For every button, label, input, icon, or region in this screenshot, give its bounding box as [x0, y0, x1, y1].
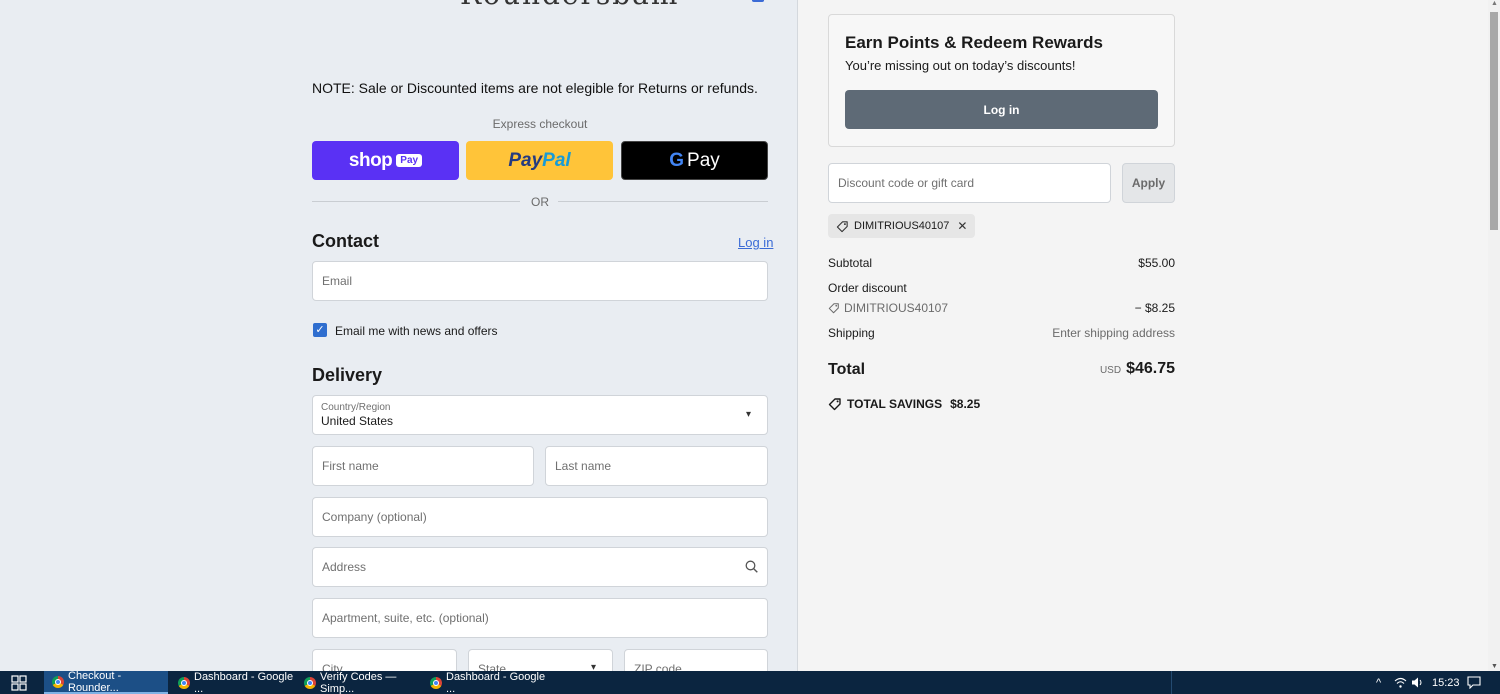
- total-amount: $46.75: [1126, 360, 1175, 377]
- discount-code-input[interactable]: Discount code or gift card: [828, 163, 1111, 203]
- order-discount-value: − $8.25: [1134, 301, 1175, 315]
- address-field[interactable]: Address: [312, 547, 768, 587]
- or-divider-right: [558, 201, 768, 202]
- zip-field[interactable]: ZIP code: [624, 649, 768, 671]
- chevron-down-icon: ▾: [746, 409, 752, 420]
- newsletter-label: Email me with news and offers: [335, 324, 498, 338]
- state-chevron-down-icon: ▾: [591, 662, 597, 671]
- total-savings-label: TOTAL SAVINGS: [847, 397, 943, 411]
- first-name-field[interactable]: First name: [312, 446, 534, 486]
- shop-pay-button[interactable]: shop Pay: [312, 141, 459, 180]
- last-name-field[interactable]: Last name: [545, 446, 768, 486]
- rewards-subtitle: You’re missing out on today’s discounts!: [845, 58, 1076, 73]
- taskbar-item-dashboard-2[interactable]: Dashboard - Google ...: [422, 671, 546, 694]
- order-discount-label: Order discount: [828, 281, 907, 295]
- taskbar-item-dashboard[interactable]: Dashboard - Google ...: [170, 671, 294, 694]
- chrome-icon: [430, 676, 442, 689]
- paypal-pay-part: Pay: [508, 149, 543, 171]
- tag-icon: [828, 398, 841, 411]
- returns-note: NOTE: Sale or Discounted items are not e…: [312, 80, 758, 96]
- express-checkout-label: Express checkout: [492, 117, 588, 131]
- shipping-label: Shipping: [828, 326, 875, 340]
- paypal-wordmark: PayPal: [508, 150, 570, 172]
- scrollbar-thumb[interactable]: [1490, 12, 1498, 230]
- city-field[interactable]: City: [312, 649, 457, 671]
- remove-discount-icon[interactable]: ✕: [957, 219, 967, 233]
- taskbar-clock[interactable]: 15:23: [1432, 671, 1460, 694]
- apartment-field[interactable]: Apartment, suite, etc. (optional): [312, 598, 768, 638]
- or-divider-left: [312, 201, 520, 202]
- rewards-card: Earn Points & Redeem Rewards You’re miss…: [828, 14, 1175, 147]
- windows-taskbar: Checkout - Rounder... Dashboard - Google…: [0, 669, 1500, 694]
- google-pay-button[interactable]: G Pay: [621, 141, 768, 180]
- apply-discount-button[interactable]: Apply: [1122, 163, 1175, 203]
- rewards-login-button[interactable]: Log in: [845, 90, 1158, 129]
- scroll-down-arrow-icon[interactable]: ▼: [1491, 663, 1498, 670]
- taskbar-separator: [1171, 671, 1172, 694]
- shop-pay-badge: Pay: [396, 154, 423, 167]
- subtotal-value: $55.00: [1138, 256, 1175, 270]
- tag-icon: [836, 220, 848, 232]
- tag-icon: [828, 303, 839, 314]
- google-g-icon: G: [669, 149, 685, 171]
- total-label: Total: [828, 361, 866, 378]
- shipping-value: Enter shipping address: [1052, 326, 1175, 340]
- store-logo[interactable]: Roundersbam: [460, 0, 679, 11]
- shop-pay-wordmark: shop: [348, 149, 393, 171]
- company-field[interactable]: Company (optional): [312, 497, 768, 537]
- taskbar-item-verify-codes[interactable]: Verify Codes — Simp...: [296, 671, 420, 694]
- google-pay-label: Pay: [687, 149, 720, 171]
- checkout-main-pane: Roundersbam NOTE: Sale or Discounted ite…: [0, 0, 798, 671]
- rewards-title: Earn Points & Redeem Rewards: [845, 33, 1103, 52]
- page-scrollbar[interactable]: ▲ ▼: [1488, 0, 1500, 671]
- scroll-up-arrow-icon[interactable]: ▲: [1491, 0, 1498, 7]
- notifications-icon[interactable]: [1467, 676, 1481, 689]
- country-value: United States: [321, 414, 394, 428]
- paypal-pal-part: Pal: [542, 149, 571, 171]
- applied-discount-chip: DIMITRIOUS40107 ✕: [828, 214, 976, 238]
- taskbar-item-label: Dashboard - Google ...: [194, 670, 294, 694]
- taskbar-item-label: Checkout - Rounder...: [68, 669, 122, 694]
- taskbar-item-checkout[interactable]: Checkout - Rounder...: [44, 669, 168, 694]
- chrome-icon: [304, 676, 316, 689]
- contact-login-link[interactable]: Log in: [738, 235, 773, 250]
- search-icon: [745, 560, 758, 573]
- chrome-icon: [178, 676, 190, 689]
- total-currency: USD: [1099, 365, 1122, 376]
- contact-title: Contact: [312, 231, 379, 251]
- start-menu-icon[interactable]: [11, 675, 27, 691]
- email-field[interactable]: Email: [312, 261, 768, 301]
- country-label: Country/Region: [321, 402, 391, 413]
- applied-discount-code: DIMITRIOUS40107: [854, 220, 950, 232]
- delivery-title: Delivery: [312, 365, 383, 385]
- total-savings-amount: $8.25: [950, 397, 981, 411]
- taskbar-item-label: Dashboard - Google ...: [446, 670, 546, 694]
- subtotal-label: Subtotal: [828, 256, 873, 270]
- paypal-button[interactable]: PayPal: [466, 141, 613, 180]
- taskbar-item-label: Verify Codes — Simp...: [320, 670, 397, 694]
- cart-icon[interactable]: [752, 0, 764, 2]
- order-summary-pane: Earn Points & Redeem Rewards You’re miss…: [798, 0, 1488, 671]
- volume-icon[interactable]: [1411, 676, 1424, 689]
- order-discount-code-text: DIMITRIOUS40107: [844, 301, 949, 315]
- newsletter-checkbox[interactable]: ✓: [313, 323, 327, 337]
- network-icon[interactable]: [1394, 676, 1407, 689]
- show-hidden-icons-chevron-icon[interactable]: ^: [1376, 671, 1381, 694]
- or-label: OR: [531, 195, 549, 209]
- total-savings: TOTAL SAVINGS $8.25: [828, 397, 980, 411]
- order-discount-code: DIMITRIOUS40107: [828, 301, 948, 315]
- total-value: USD $46.75: [1100, 360, 1175, 378]
- chrome-icon: [52, 675, 64, 688]
